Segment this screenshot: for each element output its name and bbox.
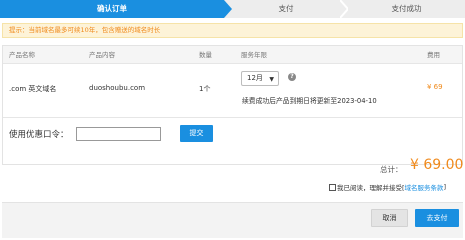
term-select[interactable]: 12月 ▼ — [241, 71, 279, 86]
agreement-text: 我已阅读，理解并接受[ — [337, 184, 405, 192]
header-quantity: 数量 — [199, 51, 212, 59]
term-select-value: 12月 — [247, 74, 263, 82]
pay-button[interactable]: 去支付 — [415, 209, 459, 227]
header-cost: 费用 — [427, 51, 440, 59]
help-icon[interactable]: ? — [288, 73, 296, 81]
total-label: 总计： — [380, 165, 403, 174]
row-price: ¥ 69 — [427, 83, 443, 91]
promo-submit-button[interactable]: 提交 — [180, 125, 213, 142]
total-amount: ¥ 69.00 — [410, 157, 464, 173]
chevron-down-icon: ▼ — [269, 76, 274, 83]
header-product-name: 产品名称 — [9, 51, 35, 59]
header-service-term: 服务年限 — [241, 51, 267, 59]
product-content: duoshoubu.com — [89, 84, 146, 92]
table-row: .com 英文域名 duoshoubu.com 1个 12月 ▼ ? 续费成功后… — [3, 64, 462, 118]
promo-code-label: 使用优惠口令： — [9, 130, 69, 140]
product-quantity: 1个 — [199, 85, 211, 93]
cancel-button[interactable]: 取消 — [371, 209, 408, 227]
renewal-expiry-note: 续费成功后产品到期日将更新至2023-04-10 — [242, 97, 377, 105]
product-name: .com 英文域名 — [9, 85, 57, 93]
promo-code-input[interactable] — [76, 127, 161, 141]
agree-checkbox[interactable] — [329, 183, 336, 191]
order-table: 产品名称 产品内容 数量 服务年限 费用 .com 英文域名 duoshoubu… — [2, 45, 463, 165]
renewal-notice: 提示：当前域名最多可续10年，包含赠送的域名时长 — [2, 23, 463, 38]
step-pay: 支付 — [278, 4, 294, 13]
step-pay-success: 支付成功 — [391, 4, 422, 13]
agreement-row: 我已阅读，理解并接受[ 域名服务条款 ] — [329, 182, 446, 192]
domain-terms-link[interactable]: 域名服务条款 — [405, 182, 444, 192]
header-product-content: 产品内容 — [89, 51, 115, 59]
agreement-close-bracket: ] — [443, 183, 447, 191]
promo-code-section: 使用优惠口令： 提交 — [3, 118, 462, 164]
order-steps: 确认订单 支付 支付成功 — [0, 0, 465, 18]
step-confirm-order: 确认订单 — [0, 0, 224, 18]
table-header: 产品名称 产品内容 数量 服务年限 费用 — [3, 46, 462, 64]
